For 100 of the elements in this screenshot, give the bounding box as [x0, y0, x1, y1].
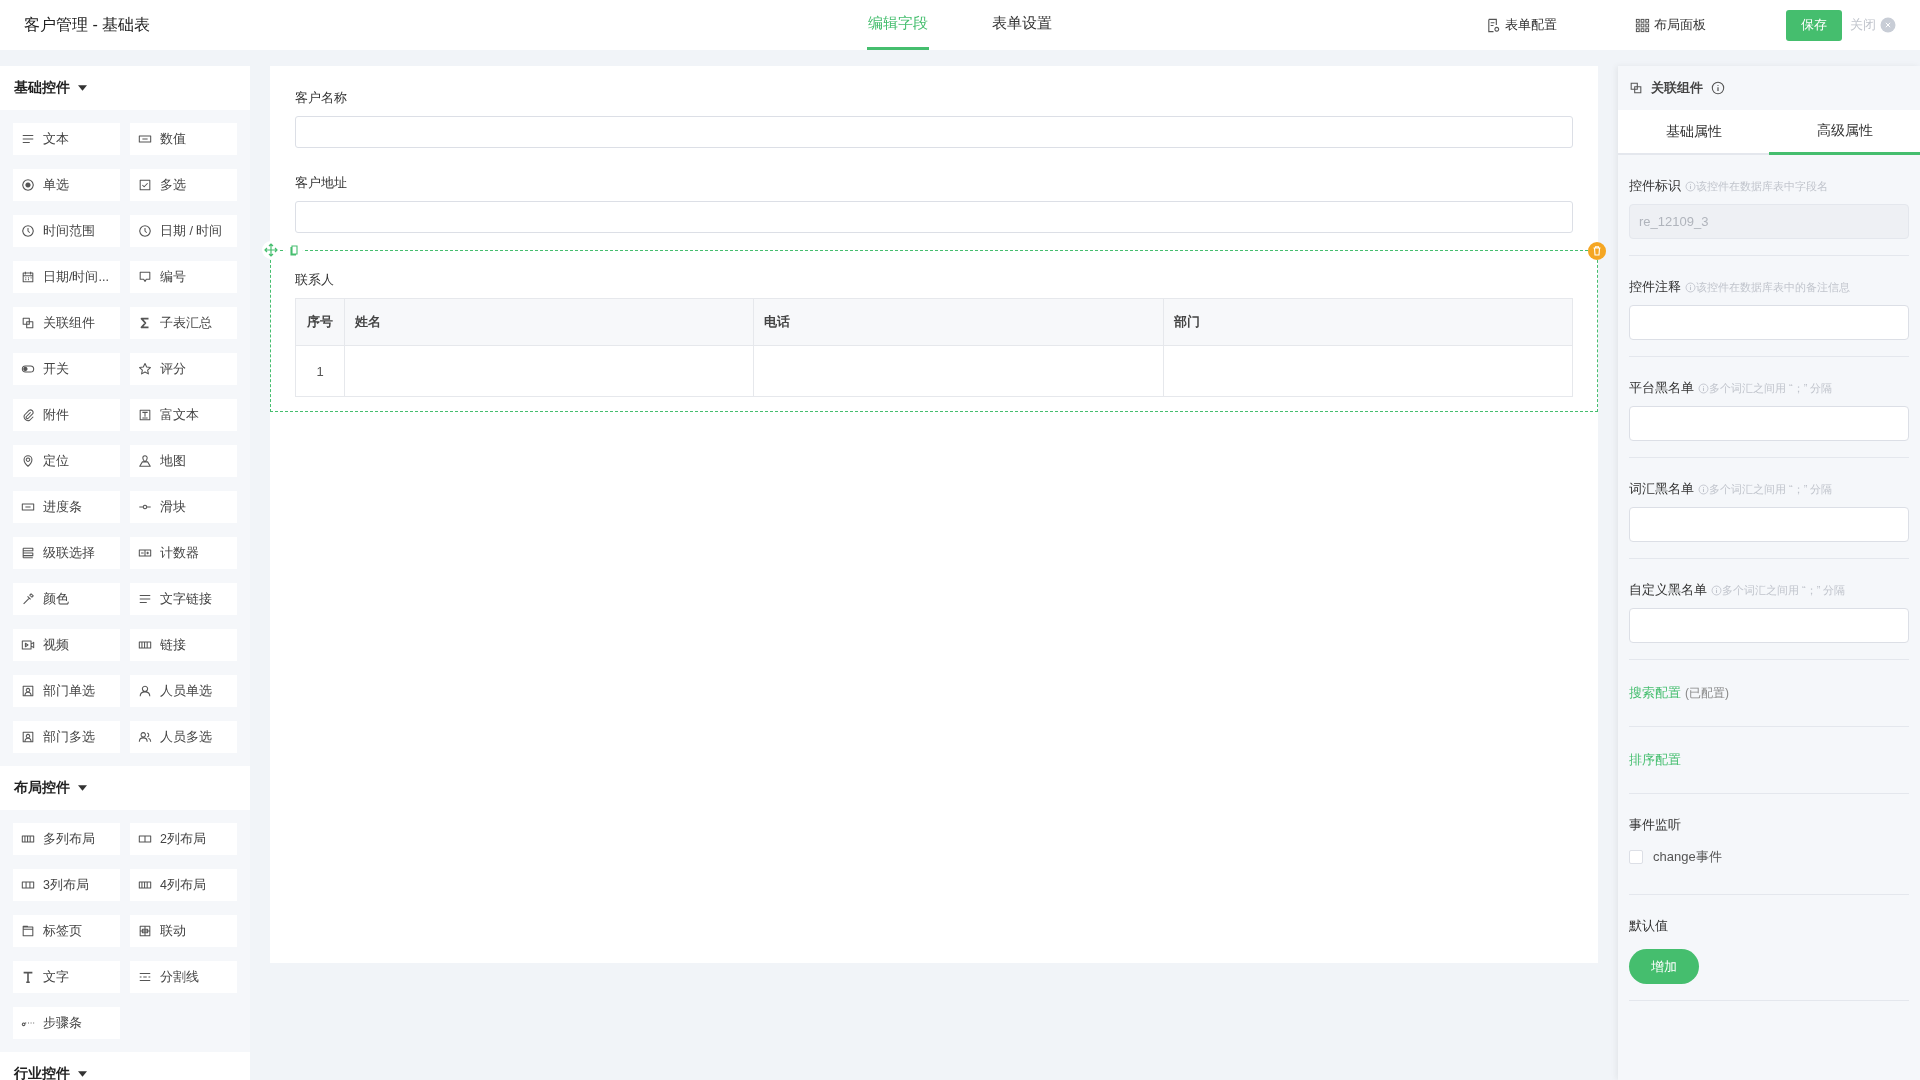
property-label: 平台黑名单	[1629, 379, 1694, 397]
palette-item[interactable]: 分割线	[130, 961, 237, 993]
move-icon[interactable]	[262, 241, 280, 259]
palette-item[interactable]: 开关	[13, 353, 120, 385]
palette-item[interactable]: 评分	[130, 353, 237, 385]
palette-item[interactable]: 关联组件	[13, 307, 120, 339]
palette-item[interactable]: 文字	[13, 961, 120, 993]
page-title: 客户管理 - 基础表	[24, 14, 151, 35]
section-header[interactable]: 基础控件	[0, 66, 250, 110]
text-input[interactable]	[1629, 305, 1909, 340]
video-icon	[21, 638, 35, 652]
counter-icon	[138, 546, 152, 560]
palette-item[interactable]: 链接	[130, 629, 237, 661]
divider-icon	[138, 970, 152, 984]
tab-icon	[21, 924, 35, 938]
palette-item[interactable]: 人员多选	[130, 721, 237, 753]
palette-item[interactable]: 人员单选	[130, 675, 237, 707]
field-label: 客户地址	[295, 174, 348, 192]
palette-item[interactable]: 进度条	[13, 491, 120, 523]
checkbox[interactable]	[1629, 850, 1643, 864]
palette-item[interactable]: 4列布局	[130, 869, 237, 901]
palette-item[interactable]: 编号	[130, 261, 237, 293]
radio-icon	[21, 178, 35, 192]
property-tab[interactable]: 高级属性	[1769, 110, 1920, 155]
palette-item[interactable]: 日期/时间...	[13, 261, 120, 293]
property-label: 自定义黑名单	[1629, 581, 1707, 599]
delete-icon[interactable]	[1588, 242, 1606, 260]
section-title: 基础控件	[14, 79, 70, 97]
palette-item[interactable]: 时间范围	[13, 215, 120, 247]
property-label: 控件注释	[1629, 278, 1681, 296]
toolbar-action[interactable]: 表单配置	[1486, 16, 1557, 34]
palette-item[interactable]: 单选	[13, 169, 120, 201]
document-icon	[138, 408, 152, 422]
info-icon	[1685, 281, 1696, 293]
section-header[interactable]: 布局控件	[0, 766, 250, 810]
info-icon[interactable]	[1711, 81, 1725, 95]
palette-item[interactable]: 部门多选	[13, 721, 120, 753]
palette-item[interactable]: 步骤条	[13, 1007, 120, 1039]
caret-icon	[78, 1071, 87, 1077]
column-header: 部门	[1163, 298, 1573, 346]
location-pin-icon	[21, 454, 35, 468]
text-icon	[21, 970, 35, 984]
input-field[interactable]	[295, 116, 1573, 148]
checkbox-icon	[138, 178, 152, 192]
text-lines-icon	[138, 592, 152, 606]
palette-item[interactable]: 多选	[130, 169, 237, 201]
cascade-icon	[21, 546, 35, 560]
info-icon	[1711, 584, 1722, 596]
palette-item[interactable]: 2列布局	[130, 823, 237, 855]
palette-item[interactable]: 文字链接	[130, 583, 237, 615]
grid-icon	[1635, 17, 1650, 33]
star-icon	[138, 362, 152, 376]
palette-item[interactable]: 颜色	[13, 583, 120, 615]
framed-person-icon	[21, 730, 35, 744]
toolbar-action[interactable]: 布局面板	[1635, 16, 1706, 34]
palette-item[interactable]: 计数器	[130, 537, 237, 569]
three-columns-icon	[21, 878, 35, 892]
info-icon	[1685, 180, 1696, 192]
columns-icon	[138, 878, 152, 892]
palette-item[interactable]: 定位	[13, 445, 120, 477]
field-label: 联系人	[295, 271, 335, 289]
palette-item[interactable]: 联动	[130, 915, 237, 947]
info-icon	[1698, 483, 1709, 495]
person-icon	[138, 684, 152, 698]
form-settings-icon	[1486, 17, 1501, 33]
palette-item[interactable]: 附件	[13, 399, 120, 431]
input-field[interactable]	[295, 201, 1573, 233]
palette-item[interactable]: 3列布局	[13, 869, 120, 901]
palette-item[interactable]: 子表汇总	[130, 307, 237, 339]
palette-item[interactable]: 日期 / 时间	[130, 215, 237, 247]
palette-item[interactable]: 数值	[130, 123, 237, 155]
header-tab[interactable]: 表单设置	[991, 0, 1053, 50]
palette-item[interactable]: 文本	[13, 123, 120, 155]
paperclip-icon	[21, 408, 35, 422]
property-tab[interactable]: 基础属性	[1618, 110, 1769, 155]
text-input[interactable]	[1629, 406, 1909, 441]
columns-icon	[21, 832, 35, 846]
close-icon[interactable]	[1880, 17, 1896, 33]
text-input[interactable]	[1629, 608, 1909, 643]
palette-item[interactable]: 标签页	[13, 915, 120, 947]
clock-icon	[138, 224, 152, 238]
action-label: 布局面板	[1654, 16, 1706, 34]
palette-item[interactable]: 部门单选	[13, 675, 120, 707]
property-label: 控件标识	[1629, 177, 1681, 195]
column-header: 序号	[295, 298, 345, 346]
text-lines-icon	[21, 132, 35, 146]
section-header[interactable]: 行业控件	[0, 1052, 250, 1080]
palette-item[interactable]: 富文本	[130, 399, 237, 431]
people-icon	[138, 730, 152, 744]
column-header: 电话	[753, 298, 1164, 346]
status-note: (已配置)	[1685, 686, 1729, 700]
palette-item[interactable]: 视频	[13, 629, 120, 661]
row-number: 1	[295, 345, 345, 397]
text-input[interactable]	[1629, 507, 1909, 542]
palette-item[interactable]: 滑块	[130, 491, 237, 523]
palette-item[interactable]: 级联选择	[13, 537, 120, 569]
section-label: 默认值	[1629, 917, 1669, 935]
palette-item[interactable]: 地图	[130, 445, 237, 477]
palette-item[interactable]: 多列布局	[13, 823, 120, 855]
checkbox-label: change事件	[1653, 848, 1722, 866]
